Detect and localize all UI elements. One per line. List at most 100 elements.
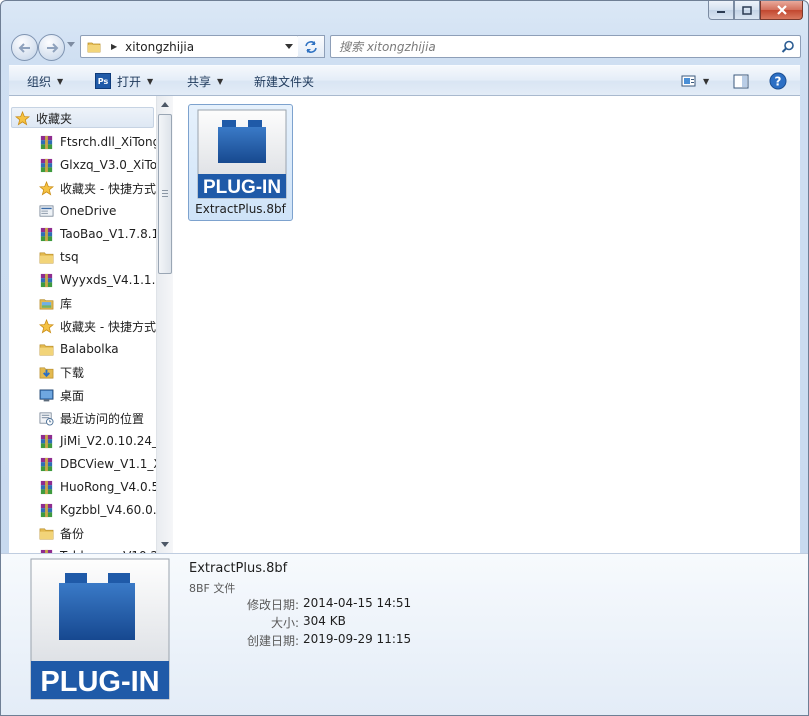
nav-list-item[interactable]: Ftsrch.dll_XiTongZhiJia <box>38 132 156 152</box>
details-value: 304 KB <box>303 614 346 628</box>
library-icon <box>38 295 54 311</box>
search-icon[interactable] <box>781 40 795 54</box>
favorites-label: 收藏夹 <box>36 111 73 126</box>
nav-list-item[interactable]: 收藏夹 - 快捷方式 <box>38 316 156 336</box>
content-area: 收藏夹 Ftsrch.dll_XiTongZhiJia Glxzq_V3.0_XiT… <box>9 96 800 553</box>
nav-list-item[interactable]: TaoBao_V1.7.8.1 <box>38 224 156 244</box>
preview-pane-icon <box>733 74 749 88</box>
nav-item-label: 下载 <box>60 365 85 380</box>
nav-list-item[interactable]: DBCView_V1.1_XiTongZhiJia <box>38 454 156 474</box>
nav-list-item[interactable]: 备份 <box>38 523 156 543</box>
folder-icon <box>38 525 54 541</box>
navigation-pane[interactable]: 收藏夹 Ftsrch.dll_XiTongZhiJia Glxzq_V3.0_XiT… <box>9 96 156 553</box>
preview-pane-button[interactable] <box>733 66 749 96</box>
onedrive-icon <box>38 203 54 219</box>
minimize-icon <box>717 11 725 13</box>
scroll-grip <box>162 190 168 198</box>
details-pane: PLUG-IN ExtractPlus.8bf 8BF 文件 修改日期: 201… <box>1 553 808 715</box>
details-file-name: ExtractPlus.8bf <box>189 561 288 576</box>
nav-list-item[interactable]: 桌面 <box>38 385 156 405</box>
chevron-down-icon: ▼ <box>147 76 154 86</box>
favorites-label-row[interactable]: 收藏夹 <box>14 108 156 128</box>
help-button[interactable]: ? <box>769 66 787 96</box>
open-button[interactable]: Ps 打开 ▼ <box>95 66 153 96</box>
close-icon <box>776 5 787 15</box>
maximize-icon <box>742 5 752 15</box>
navigation-row: ▶ xitongzhijia <box>9 31 801 61</box>
organize-menu-button[interactable]: 组织 ▼ <box>27 66 63 96</box>
nav-item-label: Ftsrch.dll_XiTongZhiJia <box>60 135 156 149</box>
scroll-thumb[interactable] <box>158 114 172 274</box>
nav-list-item[interactable]: Wyyxds_V4.1.1.1 <box>38 270 156 290</box>
desktop-icon <box>38 387 54 403</box>
winrar-archive-icon <box>38 433 54 449</box>
winrar-archive-icon <box>38 456 54 472</box>
nav-list-item[interactable]: Kgzbbl_V4.60.0.5 <box>38 500 156 520</box>
nav-list-item[interactable]: OneDrive <box>38 201 156 221</box>
nav-item-label: Glxzq_V3.0_XiTongZhiJia <box>60 158 156 172</box>
file-item[interactable]: PLUG-IN ExtractPlus.8bf <box>188 104 293 221</box>
share-menu-button[interactable]: 共享 ▼ <box>187 66 223 96</box>
address-bar[interactable]: ▶ xitongzhijia <box>80 35 299 58</box>
caption-buttons <box>708 1 803 20</box>
back-button[interactable] <box>11 34 38 61</box>
nav-item-label: 最近访问的位置 <box>60 411 145 426</box>
file-name: ExtractPlus.8bf <box>195 202 286 216</box>
address-dropdown-icon[interactable] <box>285 44 293 50</box>
plugin-icon-label: PLUG-IN <box>203 177 281 198</box>
nav-list-item[interactable]: Balabolka <box>38 339 156 359</box>
search-input[interactable] <box>339 38 769 55</box>
navigation-scrollbar[interactable] <box>156 96 173 553</box>
back-arrow-icon <box>18 42 30 53</box>
scroll-up-button[interactable] <box>157 96 173 113</box>
change-view-button[interactable]: ▼ <box>681 66 709 96</box>
winrar-archive-icon <box>38 226 54 242</box>
recent-places-icon <box>38 410 54 426</box>
minimize-button[interactable] <box>708 1 734 20</box>
help-icon: ? <box>769 72 787 90</box>
details-value: 2019-09-29 11:15 <box>303 632 412 646</box>
refresh-button[interactable] <box>298 35 325 58</box>
breadcrumb-separator-icon[interactable]: ▶ <box>111 42 117 51</box>
nav-item-label: tsq <box>60 250 79 264</box>
close-button[interactable] <box>760 1 803 20</box>
nav-item-label: Balabolka <box>60 342 119 356</box>
refresh-icon <box>305 40 317 53</box>
details-row-modified: 修改日期: 2014-04-15 14:51 <box>189 596 489 614</box>
nav-item-label: HuoRong_V4.0.5 <box>60 480 156 494</box>
nav-list-item[interactable]: 最近访问的位置 <box>38 408 156 428</box>
nav-list-item[interactable]: 下载 <box>38 362 156 382</box>
nav-list-item[interactable]: JiMi_V2.0.10.24_XiTongZhiJia <box>38 431 156 451</box>
winrar-archive-icon <box>38 272 54 288</box>
plugin-file-icon: PLUG-IN <box>197 109 287 199</box>
folder-icon <box>87 42 101 52</box>
maximize-button[interactable] <box>734 1 760 20</box>
scroll-down-arrow-icon <box>161 542 169 547</box>
organize-label: 组织 <box>27 74 52 89</box>
nav-item-label: 收藏夹 - 快捷方式 <box>60 181 156 196</box>
nav-list-item[interactable]: 库 <box>38 293 156 313</box>
forward-button[interactable] <box>38 34 65 61</box>
nav-list-item[interactable]: HuoRong_V4.0.5 <box>38 477 156 497</box>
scroll-down-button[interactable] <box>157 536 173 553</box>
nav-list-item[interactable]: Tablemax_V10.25 <box>38 546 156 553</box>
new-folder-button[interactable]: 新建文件夹 <box>254 66 314 96</box>
star-icon <box>38 318 54 334</box>
breadcrumb-current[interactable]: xitongzhijia <box>125 40 194 54</box>
nav-list-item[interactable]: Glxzq_V3.0_XiTongZhiJia <box>38 155 156 175</box>
nav-list-item[interactable]: tsq <box>38 247 156 267</box>
nav-item-label: 桌面 <box>60 388 85 403</box>
search-box[interactable] <box>330 35 801 58</box>
forward-arrow-icon <box>46 42 58 53</box>
command-bar: 组织 ▼ Ps 打开 ▼ 共享 ▼ 新建文件夹 ▼ ? <box>9 65 800 96</box>
file-list[interactable]: PLUG-IN ExtractPlus.8bf <box>174 96 800 553</box>
chevron-down-icon: ▼ <box>57 76 64 86</box>
star-icon <box>14 110 30 126</box>
nav-item-label: 库 <box>60 296 73 311</box>
winrar-archive-icon <box>38 479 54 495</box>
details-row-created: 创建日期: 2019-09-29 11:15 <box>189 632 489 650</box>
nav-list-item[interactable]: 收藏夹 - 快捷方式 <box>38 178 156 198</box>
recent-pages-dropdown-icon[interactable] <box>67 42 75 48</box>
view-options-icon <box>681 75 696 87</box>
winrar-archive-icon <box>38 134 54 150</box>
